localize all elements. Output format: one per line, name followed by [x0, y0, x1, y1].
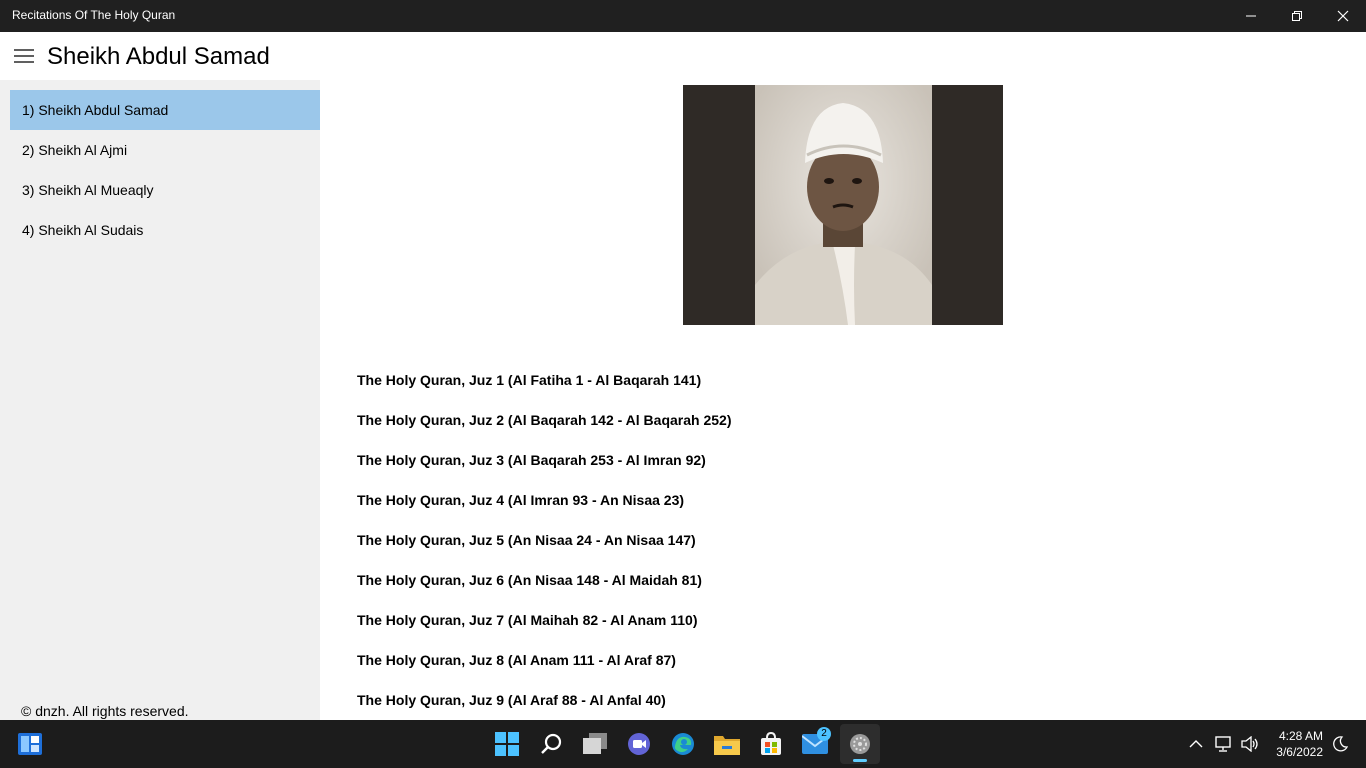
- volume-icon: [1241, 736, 1258, 752]
- mail-badge: 2: [817, 727, 831, 741]
- system-clock[interactable]: 4:28 AM 3/6/2022: [1276, 728, 1323, 760]
- hamburger-icon: [14, 49, 34, 63]
- chat-button[interactable]: [619, 724, 659, 764]
- close-icon: [1337, 10, 1349, 22]
- search-icon: [541, 733, 562, 754]
- chat-icon: [628, 733, 650, 755]
- sidebar-item-label: 4) Sheikh Al Sudais: [22, 222, 144, 238]
- sidebar-item-label: 2) Sheikh Al Ajmi: [22, 142, 128, 158]
- reciter-portrait: [683, 85, 1003, 325]
- active-app-indicator: [853, 759, 867, 762]
- list-item[interactable]: The Holy Quran, Juz 1 (Al Fatiha 1 - Al …: [357, 360, 731, 400]
- edge-icon: [672, 733, 694, 755]
- list-item[interactable]: The Holy Quran, Juz 2 (Al Baqarah 142 - …: [357, 400, 731, 440]
- close-button[interactable]: [1320, 0, 1366, 32]
- list-item[interactable]: The Holy Quran, Juz 9 (Al Araf 88 - Al A…: [357, 680, 731, 720]
- store-icon: [761, 732, 781, 755]
- edge-button[interactable]: [663, 724, 703, 764]
- window-title: Recitations Of The Holy Quran: [12, 8, 176, 22]
- sidebar-item-al-sudais[interactable]: 4) Sheikh Al Sudais: [10, 210, 320, 250]
- clock-time: 4:28 AM: [1278, 729, 1323, 743]
- start-button[interactable]: [487, 724, 527, 764]
- store-button[interactable]: [751, 724, 791, 764]
- task-view-button[interactable]: [575, 724, 615, 764]
- focus-assist-icon: [1333, 736, 1348, 752]
- mail-button[interactable]: 2: [795, 724, 835, 764]
- juz-list: The Holy Quran, Juz 1 (Al Fatiha 1 - Al …: [357, 360, 731, 720]
- quran-app-button[interactable]: [840, 724, 880, 764]
- list-item[interactable]: The Holy Quran, Juz 7 (Al Maihah 82 - Al…: [357, 600, 731, 640]
- restore-icon: [1292, 11, 1302, 21]
- main-content: The Holy Quran, Juz 1 (Al Fatiha 1 - Al …: [320, 80, 1366, 720]
- volume-button[interactable]: [1238, 720, 1262, 768]
- widgets-button[interactable]: [10, 724, 50, 764]
- network-button[interactable]: [1212, 720, 1236, 768]
- sidebar-item-al-ajmi[interactable]: 2) Sheikh Al Ajmi: [10, 130, 320, 170]
- network-icon: [1215, 736, 1231, 752]
- restore-button[interactable]: [1274, 0, 1320, 32]
- sidebar: 1) Sheikh Abdul Samad 2) Sheikh Al Ajmi …: [0, 80, 320, 720]
- app-header: Sheikh Abdul Samad: [0, 32, 1366, 80]
- start-icon: [495, 732, 519, 756]
- sidebar-item-al-mueaqly[interactable]: 3) Sheikh Al Mueaqly: [10, 170, 320, 210]
- list-item[interactable]: The Holy Quran, Juz 6 (An Nisaa 148 - Al…: [357, 560, 731, 600]
- search-button[interactable]: [531, 724, 571, 764]
- file-explorer-button[interactable]: [707, 724, 747, 764]
- minimize-button[interactable]: [1228, 0, 1274, 32]
- list-item[interactable]: The Holy Quran, Juz 5 (An Nisaa 24 - An …: [357, 520, 731, 560]
- reciter-list: 1) Sheikh Abdul Samad 2) Sheikh Al Ajmi …: [10, 90, 320, 250]
- show-hidden-icons-button[interactable]: [1184, 720, 1208, 768]
- list-item[interactable]: The Holy Quran, Juz 4 (Al Imran 93 - An …: [357, 480, 731, 520]
- sidebar-item-label: 3) Sheikh Al Mueaqly: [22, 182, 154, 198]
- list-item[interactable]: The Holy Quran, Juz 8 (Al Anam 111 - Al …: [357, 640, 731, 680]
- chevron-up-icon: [1189, 740, 1203, 748]
- sidebar-item-abdul-samad[interactable]: 1) Sheikh Abdul Samad: [10, 90, 320, 130]
- minimize-icon: [1246, 15, 1256, 17]
- page-title: Sheikh Abdul Samad: [47, 43, 270, 70]
- widgets-icon: [18, 733, 42, 755]
- file-explorer-icon: [714, 736, 740, 755]
- task-view-icon: [583, 733, 607, 754]
- clock-date: 3/6/2022: [1276, 745, 1323, 759]
- copyright-text: © dnzh. All rights reserved.: [21, 703, 189, 719]
- menu-button[interactable]: [10, 40, 38, 72]
- focus-assist-button[interactable]: [1328, 720, 1352, 768]
- list-item[interactable]: The Holy Quran, Juz 3 (Al Baqarah 253 - …: [357, 440, 731, 480]
- sidebar-item-label: 1) Sheikh Abdul Samad: [22, 102, 169, 118]
- quran-app-icon: [850, 734, 870, 754]
- taskbar: 2 4:28 AM 3/6/2022: [0, 720, 1366, 768]
- title-bar: Recitations Of The Holy Quran: [0, 0, 1366, 32]
